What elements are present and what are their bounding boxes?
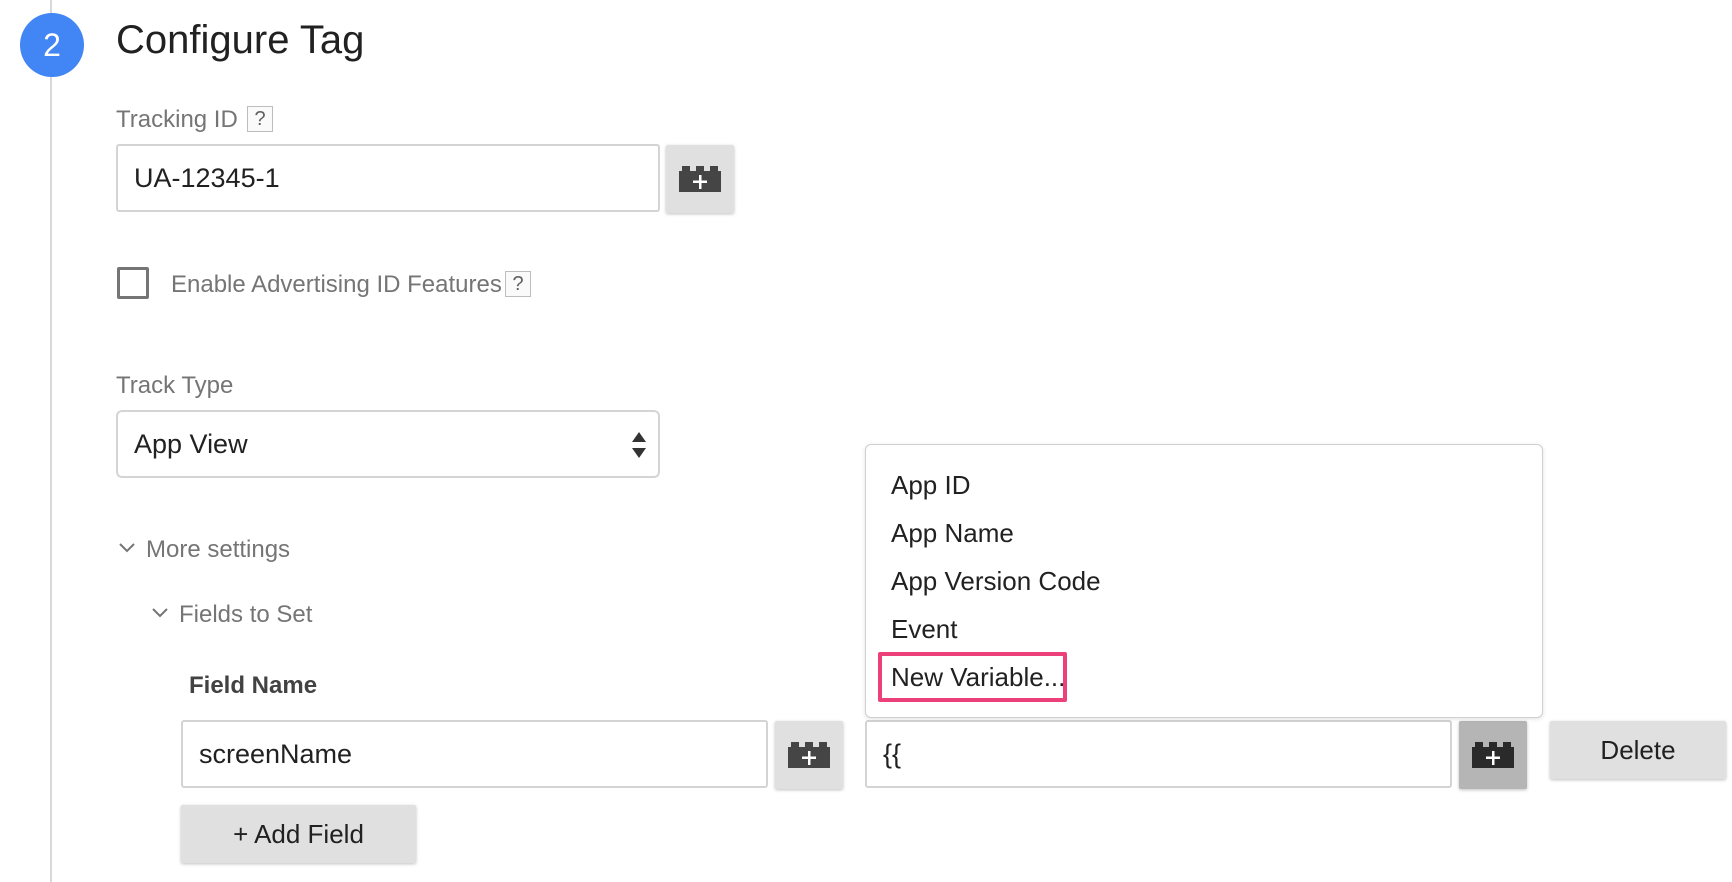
advertising-id-checkbox[interactable] xyxy=(117,267,149,299)
dropdown-item-app-version-code[interactable]: App Version Code xyxy=(891,566,1101,597)
add-field-button[interactable]: + Add Field xyxy=(181,805,416,863)
variable-picker-icon xyxy=(679,166,721,192)
dropdown-item-event[interactable]: Event xyxy=(891,614,958,645)
fields-to-set-label: Fields to Set xyxy=(179,601,313,628)
page-title: Configure Tag xyxy=(116,18,365,62)
step-number-badge: 2 xyxy=(20,13,84,77)
variable-picker-icon xyxy=(1472,742,1514,768)
chevron-down-icon xyxy=(152,608,168,618)
track-type-select[interactable]: App View xyxy=(116,410,660,478)
track-type-label: Track Type xyxy=(116,372,234,399)
select-arrows-icon xyxy=(632,432,646,458)
track-type-value: App View xyxy=(134,428,248,459)
advertising-id-label: Enable Advertising ID Features xyxy=(171,271,502,298)
tracking-id-variable-button[interactable] xyxy=(666,145,734,213)
field-value-input[interactable]: {{ xyxy=(865,720,1452,788)
field-name-value: screenName xyxy=(199,738,353,769)
dropdown-item-app-name[interactable]: App Name xyxy=(891,518,1014,549)
field-name-header: Field Name xyxy=(189,672,318,699)
field-name-input[interactable]: screenName xyxy=(181,720,768,788)
variable-dropdown-menu: App ID App Name App Version Code Event N… xyxy=(865,444,1543,718)
dropdown-item-new-variable[interactable]: New Variable... xyxy=(891,662,1065,693)
tracking-id-label: Tracking ID xyxy=(116,106,238,133)
field-name-variable-button[interactable] xyxy=(775,721,843,789)
tracking-id-help-icon[interactable]: ? xyxy=(247,106,273,132)
dropdown-item-app-id[interactable]: App ID xyxy=(891,470,971,501)
field-value-text: {{ xyxy=(883,738,902,769)
chevron-down-icon xyxy=(119,543,135,553)
step-timeline-line xyxy=(50,0,52,882)
tracking-id-input[interactable]: UA-12345-1 xyxy=(116,144,660,212)
tracking-id-value: UA-12345-1 xyxy=(134,162,280,193)
variable-picker-icon xyxy=(788,742,830,768)
more-settings-label: More settings xyxy=(146,536,291,563)
field-value-variable-button[interactable] xyxy=(1459,721,1527,789)
delete-field-button[interactable]: Delete xyxy=(1550,721,1726,779)
advertising-id-help-icon[interactable]: ? xyxy=(505,271,531,297)
